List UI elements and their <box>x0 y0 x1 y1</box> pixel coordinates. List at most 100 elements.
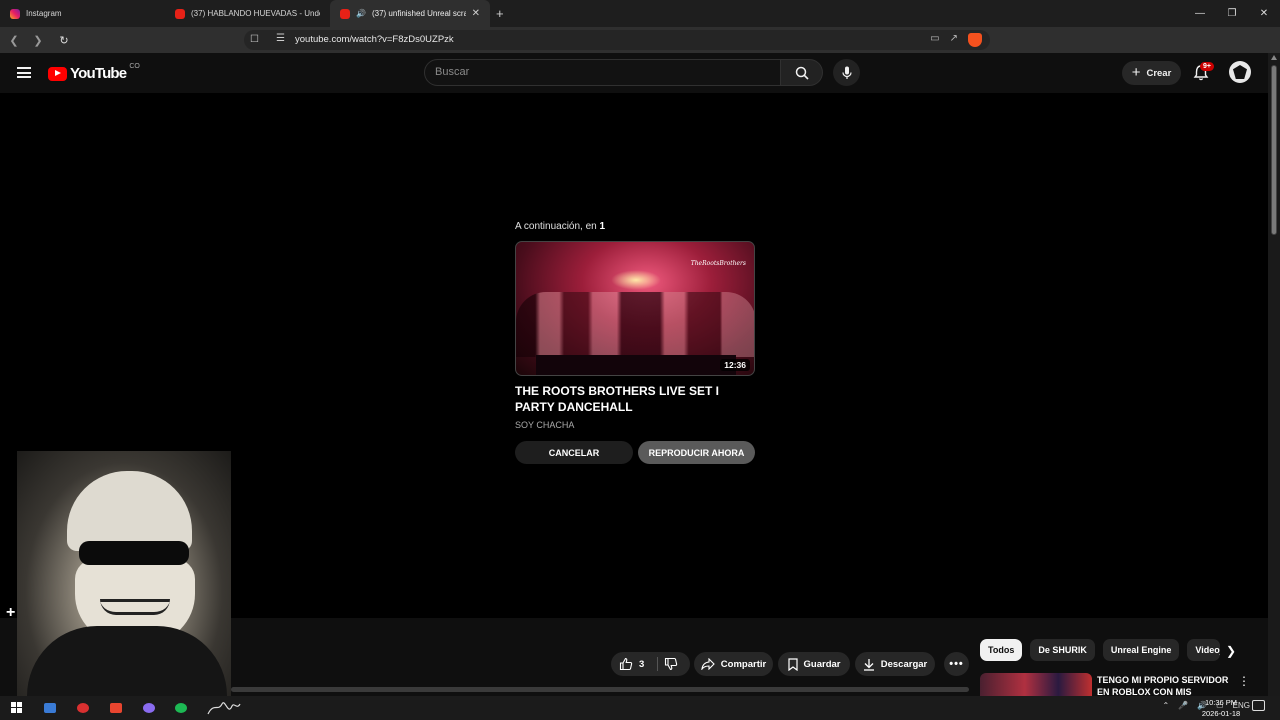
chip-de-shurik[interactable]: De SHURIK <box>1030 639 1095 661</box>
crosshair-cursor-icon: + <box>6 604 16 621</box>
like-count[interactable]: 3 <box>639 659 644 670</box>
share-page-icon[interactable]: ↗ <box>950 33 958 47</box>
youtube-play-icon <box>48 66 67 81</box>
youtube-header: YouTube CO + Crear 9+ <box>0 53 1268 93</box>
page-scrollbar[interactable] <box>1268 53 1280 707</box>
chip-videojuegos[interactable]: Videoju <box>1187 639 1221 661</box>
back-icon[interactable]: ❮ <box>4 34 24 47</box>
like-dislike-group: 3 <box>611 652 690 676</box>
divider <box>657 657 658 671</box>
hamburger-menu-icon[interactable] <box>17 67 31 78</box>
tab-unfinished-unreal[interactable]: 🔊 (37) unfinished Unreal scrap ✕ <box>330 0 490 27</box>
search-button[interactable] <box>781 59 823 86</box>
scrollbar-thumb[interactable] <box>1271 65 1277 235</box>
url-text[interactable]: youtube.com/watch?v=F8zDs0UZPzk <box>295 34 454 45</box>
search-icon <box>795 66 809 80</box>
wolf-logo-icon <box>1233 65 1247 79</box>
streamer-jacket <box>27 626 227 707</box>
up-next-countdown: A continuación, en 1 <box>515 221 605 232</box>
search-box <box>424 59 781 86</box>
share-label: Compartir <box>720 658 767 670</box>
microphone-icon <box>841 66 852 79</box>
create-label: Crear <box>1146 67 1172 79</box>
streamer-cap <box>67 471 192 551</box>
more-horizontal-icon: ••• <box>949 658 964 670</box>
download-label: Descargar <box>880 658 928 670</box>
browser-tab-strip: Instagram (37) HABLANDO HUEVADAS - Undé … <box>0 0 1280 27</box>
voice-search-button[interactable] <box>833 59 860 86</box>
cast-icon[interactable]: ▭ <box>930 33 939 47</box>
tab-title: Instagram <box>26 9 62 18</box>
download-button[interactable]: Descargar <box>855 652 935 676</box>
new-tab-button[interactable]: + <box>496 6 504 21</box>
chevron-up-icon[interactable]: ⌃ <box>1162 701 1169 710</box>
youtube-icon <box>340 8 350 19</box>
up-next-channel: SOY CHACHA <box>515 420 575 430</box>
brave-browser-icon[interactable] <box>110 703 122 713</box>
country-code: CO <box>129 63 140 70</box>
spotify-icon[interactable] <box>175 703 187 713</box>
like-icon[interactable] <box>619 657 633 671</box>
minimize-icon[interactable]: — <box>1184 0 1216 27</box>
speaker-icon[interactable]: 🔊 <box>356 9 366 18</box>
forward-icon[interactable]: ❯ <box>28 34 48 47</box>
account-avatar[interactable] <box>1229 61 1251 83</box>
site-settings-icon[interactable]: ☰ <box>276 33 285 44</box>
scroll-up-icon[interactable] <box>1271 55 1277 60</box>
close-tab-icon[interactable]: ✕ <box>472 8 480 19</box>
signature-logo-icon[interactable] <box>206 698 242 718</box>
clock-time: 10:36 PM <box>1204 698 1238 707</box>
more-vertical-icon[interactable]: ⋮ <box>1238 674 1250 688</box>
tab-title: (37) unfinished Unreal scrap <box>371 9 466 18</box>
restore-icon[interactable]: ❐ <box>1216 0 1248 27</box>
share-icon <box>701 658 715 670</box>
create-button[interactable]: + Crear <box>1122 61 1181 85</box>
youtube-wordmark: YouTube <box>70 65 127 82</box>
address-bar[interactable]: ☐ ☰ youtube.com/watch?v=F8zDs0UZPzk ▭ ↗ <box>244 30 990 50</box>
up-next-title[interactable]: THE ROOTS BROTHERS LIVE SET I PARTY DANC… <box>515 383 755 415</box>
share-button[interactable]: Compartir <box>694 652 773 676</box>
address-bar-actions: ▭ ↗ <box>930 33 982 47</box>
cancel-autoplay-button[interactable]: CANCELAR <box>515 441 633 464</box>
stage-lights <box>611 270 661 290</box>
plus-icon: + <box>1131 63 1141 81</box>
microphone-tray-icon[interactable]: 🎤 <box>1178 701 1188 710</box>
window-controls: — ❐ ✕ <box>1184 0 1280 27</box>
more-actions-button[interactable]: ••• <box>944 652 969 676</box>
up-next-prefix: A continuación, en <box>515 221 597 232</box>
youtube-icon <box>175 8 185 19</box>
countdown-seconds: 1 <box>599 221 606 232</box>
streamer-sunglasses <box>79 541 189 565</box>
youtube-logo[interactable]: YouTube CO <box>48 63 140 82</box>
dislike-icon[interactable] <box>664 657 678 671</box>
description-box-edge <box>231 687 969 692</box>
bookmark-icon[interactable]: ☐ <box>250 34 259 45</box>
up-next-thumbnail[interactable]: TheRootsBrothers 12:36 <box>515 241 755 376</box>
bookmark-save-icon <box>787 657 798 671</box>
app-purple-icon[interactable] <box>143 703 155 713</box>
chevron-right-icon[interactable]: ❯ <box>1226 644 1236 658</box>
download-icon <box>863 658 874 671</box>
video-duration: 12:36 <box>720 359 750 371</box>
save-label: Guardar <box>803 658 841 670</box>
chip-unreal-engine[interactable]: Unreal Engine <box>1102 639 1180 661</box>
search-input[interactable] <box>435 66 765 78</box>
close-window-icon[interactable]: ✕ <box>1248 0 1280 27</box>
instagram-icon <box>10 8 20 19</box>
browser-toolbar: ❮ ❯ ↻ ☐ ☰ youtube.com/watch?v=F8zDs0UZPz… <box>0 27 1280 72</box>
file-explorer-icon[interactable] <box>44 703 56 713</box>
app-red-icon[interactable] <box>77 703 89 713</box>
chip-todos[interactable]: Todos <box>980 639 1023 661</box>
reload-icon[interactable]: ↻ <box>54 34 74 47</box>
notification-center-icon[interactable] <box>1252 700 1265 711</box>
system-clock[interactable]: 10:36 PM 2026-01-18 <box>1198 697 1244 719</box>
tab-title: (37) HABLANDO HUEVADAS - Undé <box>191 9 320 18</box>
tab-hablando-huevadas[interactable]: (37) HABLANDO HUEVADAS - Undé <box>165 0 330 27</box>
save-button[interactable]: Guardar <box>778 652 850 676</box>
notification-badge: 9+ <box>1200 62 1214 71</box>
play-now-button[interactable]: REPRODUCIR AHORA <box>638 441 755 464</box>
brave-shield-icon[interactable] <box>968 33 982 47</box>
windows-taskbar: ⌃ 🎤 🔊 ▭ ENG <box>0 696 1280 720</box>
windows-start-icon[interactable] <box>11 702 22 713</box>
tab-instagram[interactable]: Instagram <box>0 0 165 27</box>
